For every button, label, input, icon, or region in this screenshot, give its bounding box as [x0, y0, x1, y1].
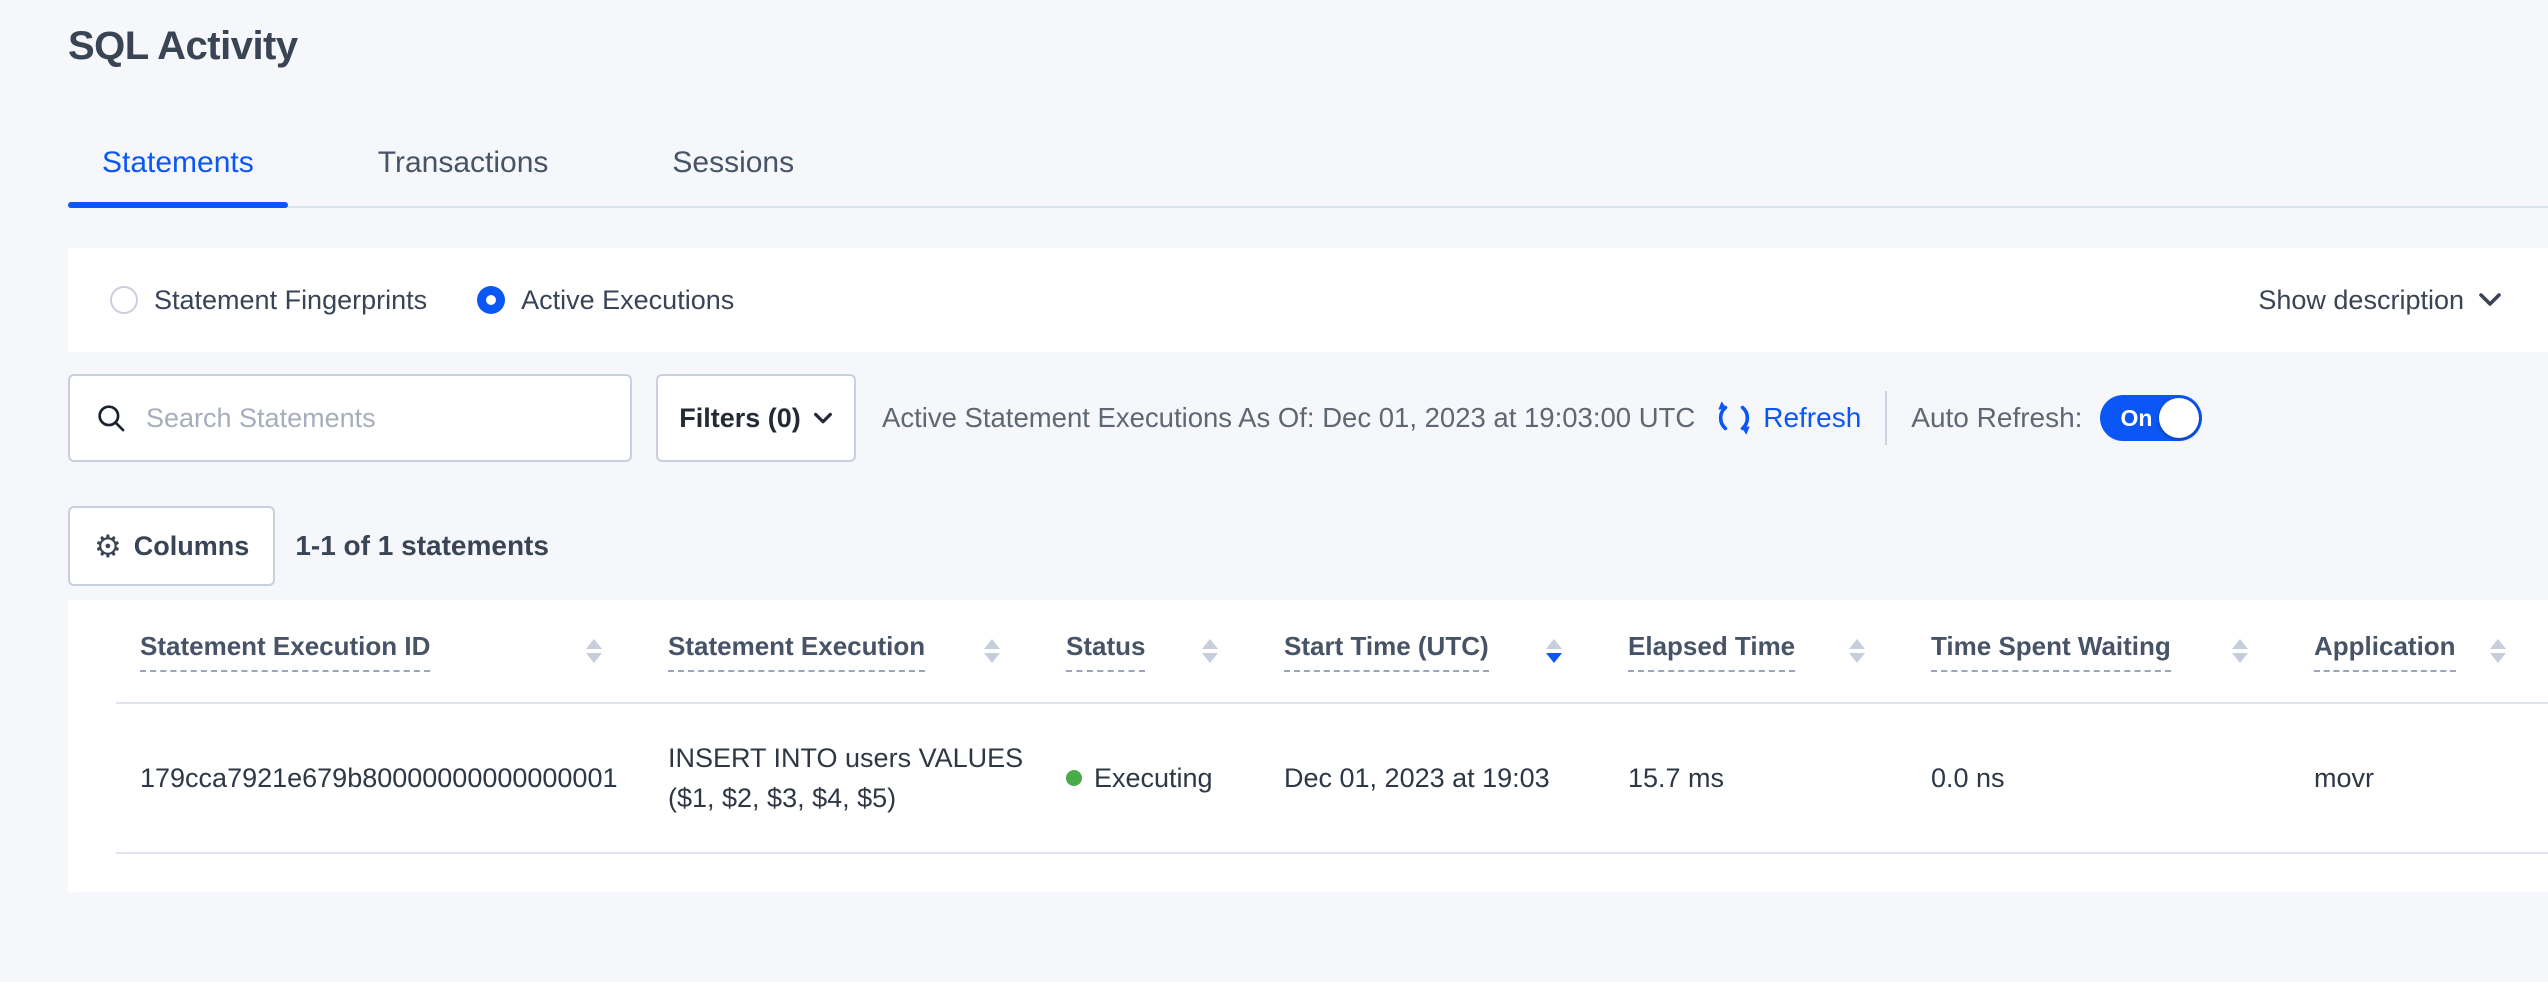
tab-bar: Statements Transactions Sessions	[68, 138, 2548, 208]
refresh-icon	[1715, 399, 1753, 437]
show-description-toggle[interactable]: Show description	[2258, 285, 2502, 316]
chevron-down-icon	[813, 412, 833, 425]
filters-button-label: Filters (0)	[679, 403, 801, 434]
statement-line-1: INSERT INTO users VALUES	[668, 738, 1042, 779]
radio-selected-icon	[477, 286, 505, 314]
controls-row: Filters (0) Active Statement Executions …	[68, 374, 2548, 462]
column-header-statement-execution-id[interactable]: Statement Execution ID	[116, 600, 644, 702]
cell-time-spent-waiting: 0.0 ns	[1907, 763, 2290, 794]
table-header-row: Statement Execution ID Statement Executi…	[116, 600, 2548, 704]
cell-elapsed-time: 15.7 ms	[1604, 763, 1907, 794]
sort-arrows-icon	[586, 639, 602, 663]
toggle-state-label: On	[2120, 405, 2152, 432]
as-of-text: Active Statement Executions As Of: Dec 0…	[882, 402, 1695, 434]
column-header-status[interactable]: Status	[1042, 600, 1260, 702]
refresh-button[interactable]: Refresh	[1715, 399, 1861, 437]
table-row: 179cca7921e679b80000000000000001 INSERT …	[116, 704, 2548, 854]
radio-statement-fingerprints[interactable]: Statement Fingerprints	[110, 285, 427, 316]
sort-arrows-icon	[2490, 639, 2506, 663]
filters-button[interactable]: Filters (0)	[656, 374, 856, 462]
refresh-label: Refresh	[1763, 402, 1861, 434]
tab-transactions-label: Transactions	[378, 146, 549, 179]
gear-icon: ⚙	[94, 531, 122, 562]
radio-statement-fingerprints-label: Statement Fingerprints	[154, 285, 427, 316]
search-statements-box	[68, 374, 632, 462]
view-mode-bar: Statement Fingerprints Active Executions…	[68, 248, 2548, 352]
page-title: SQL Activity	[68, 24, 298, 69]
column-header-start-time[interactable]: Start Time (UTC)	[1260, 600, 1604, 702]
table-toolbar: ⚙ Columns 1-1 of 1 statements	[68, 506, 2548, 586]
columns-button[interactable]: ⚙ Columns	[68, 506, 275, 586]
tab-sessions-label: Sessions	[672, 146, 794, 179]
cell-start-time: Dec 01, 2023 at 19:03	[1260, 763, 1604, 794]
column-header-application[interactable]: Application	[2290, 600, 2548, 702]
radio-active-executions-label: Active Executions	[521, 285, 734, 316]
search-input[interactable]	[144, 402, 612, 435]
cell-application: movr	[2290, 763, 2548, 794]
sort-arrows-icon	[984, 639, 1000, 663]
sort-arrows-desc-active-icon	[1546, 639, 1562, 663]
auto-refresh-toggle[interactable]: On	[2100, 395, 2202, 441]
divider	[1885, 391, 1887, 445]
cell-status: Executing	[1042, 763, 1260, 794]
tab-statements[interactable]: Statements	[68, 138, 288, 206]
column-header-elapsed-time[interactable]: Elapsed Time	[1604, 600, 1907, 702]
tab-transactions[interactable]: Transactions	[344, 138, 583, 206]
column-header-statement-execution[interactable]: Statement Execution	[644, 600, 1042, 702]
status-executing-dot-icon	[1066, 770, 1082, 786]
tab-sessions[interactable]: Sessions	[638, 138, 828, 206]
cell-execution-id: 179cca7921e679b80000000000000001	[116, 763, 644, 794]
cell-statement: INSERT INTO users VALUES ($1, $2, $3, $4…	[644, 738, 1042, 819]
columns-button-label: Columns	[134, 531, 250, 562]
toggle-knob	[2159, 398, 2199, 438]
statements-table: Statement Execution ID Statement Executi…	[68, 600, 2548, 892]
column-header-time-spent-waiting[interactable]: Time Spent Waiting	[1907, 600, 2290, 702]
statement-line-2: ($1, $2, $3, $4, $5)	[668, 778, 1042, 819]
status-label: Executing	[1094, 763, 1213, 794]
sort-arrows-icon	[1849, 639, 1865, 663]
chevron-down-icon	[2478, 292, 2502, 308]
auto-refresh-label: Auto Refresh:	[1911, 402, 2082, 434]
radio-active-executions[interactable]: Active Executions	[477, 285, 734, 316]
search-icon	[94, 401, 128, 435]
result-count: 1-1 of 1 statements	[295, 530, 549, 562]
show-description-label: Show description	[2258, 285, 2464, 316]
sort-arrows-icon	[2232, 639, 2248, 663]
sort-arrows-icon	[1202, 639, 1218, 663]
tab-statements-label: Statements	[102, 146, 254, 179]
radio-unselected-icon	[110, 286, 138, 314]
